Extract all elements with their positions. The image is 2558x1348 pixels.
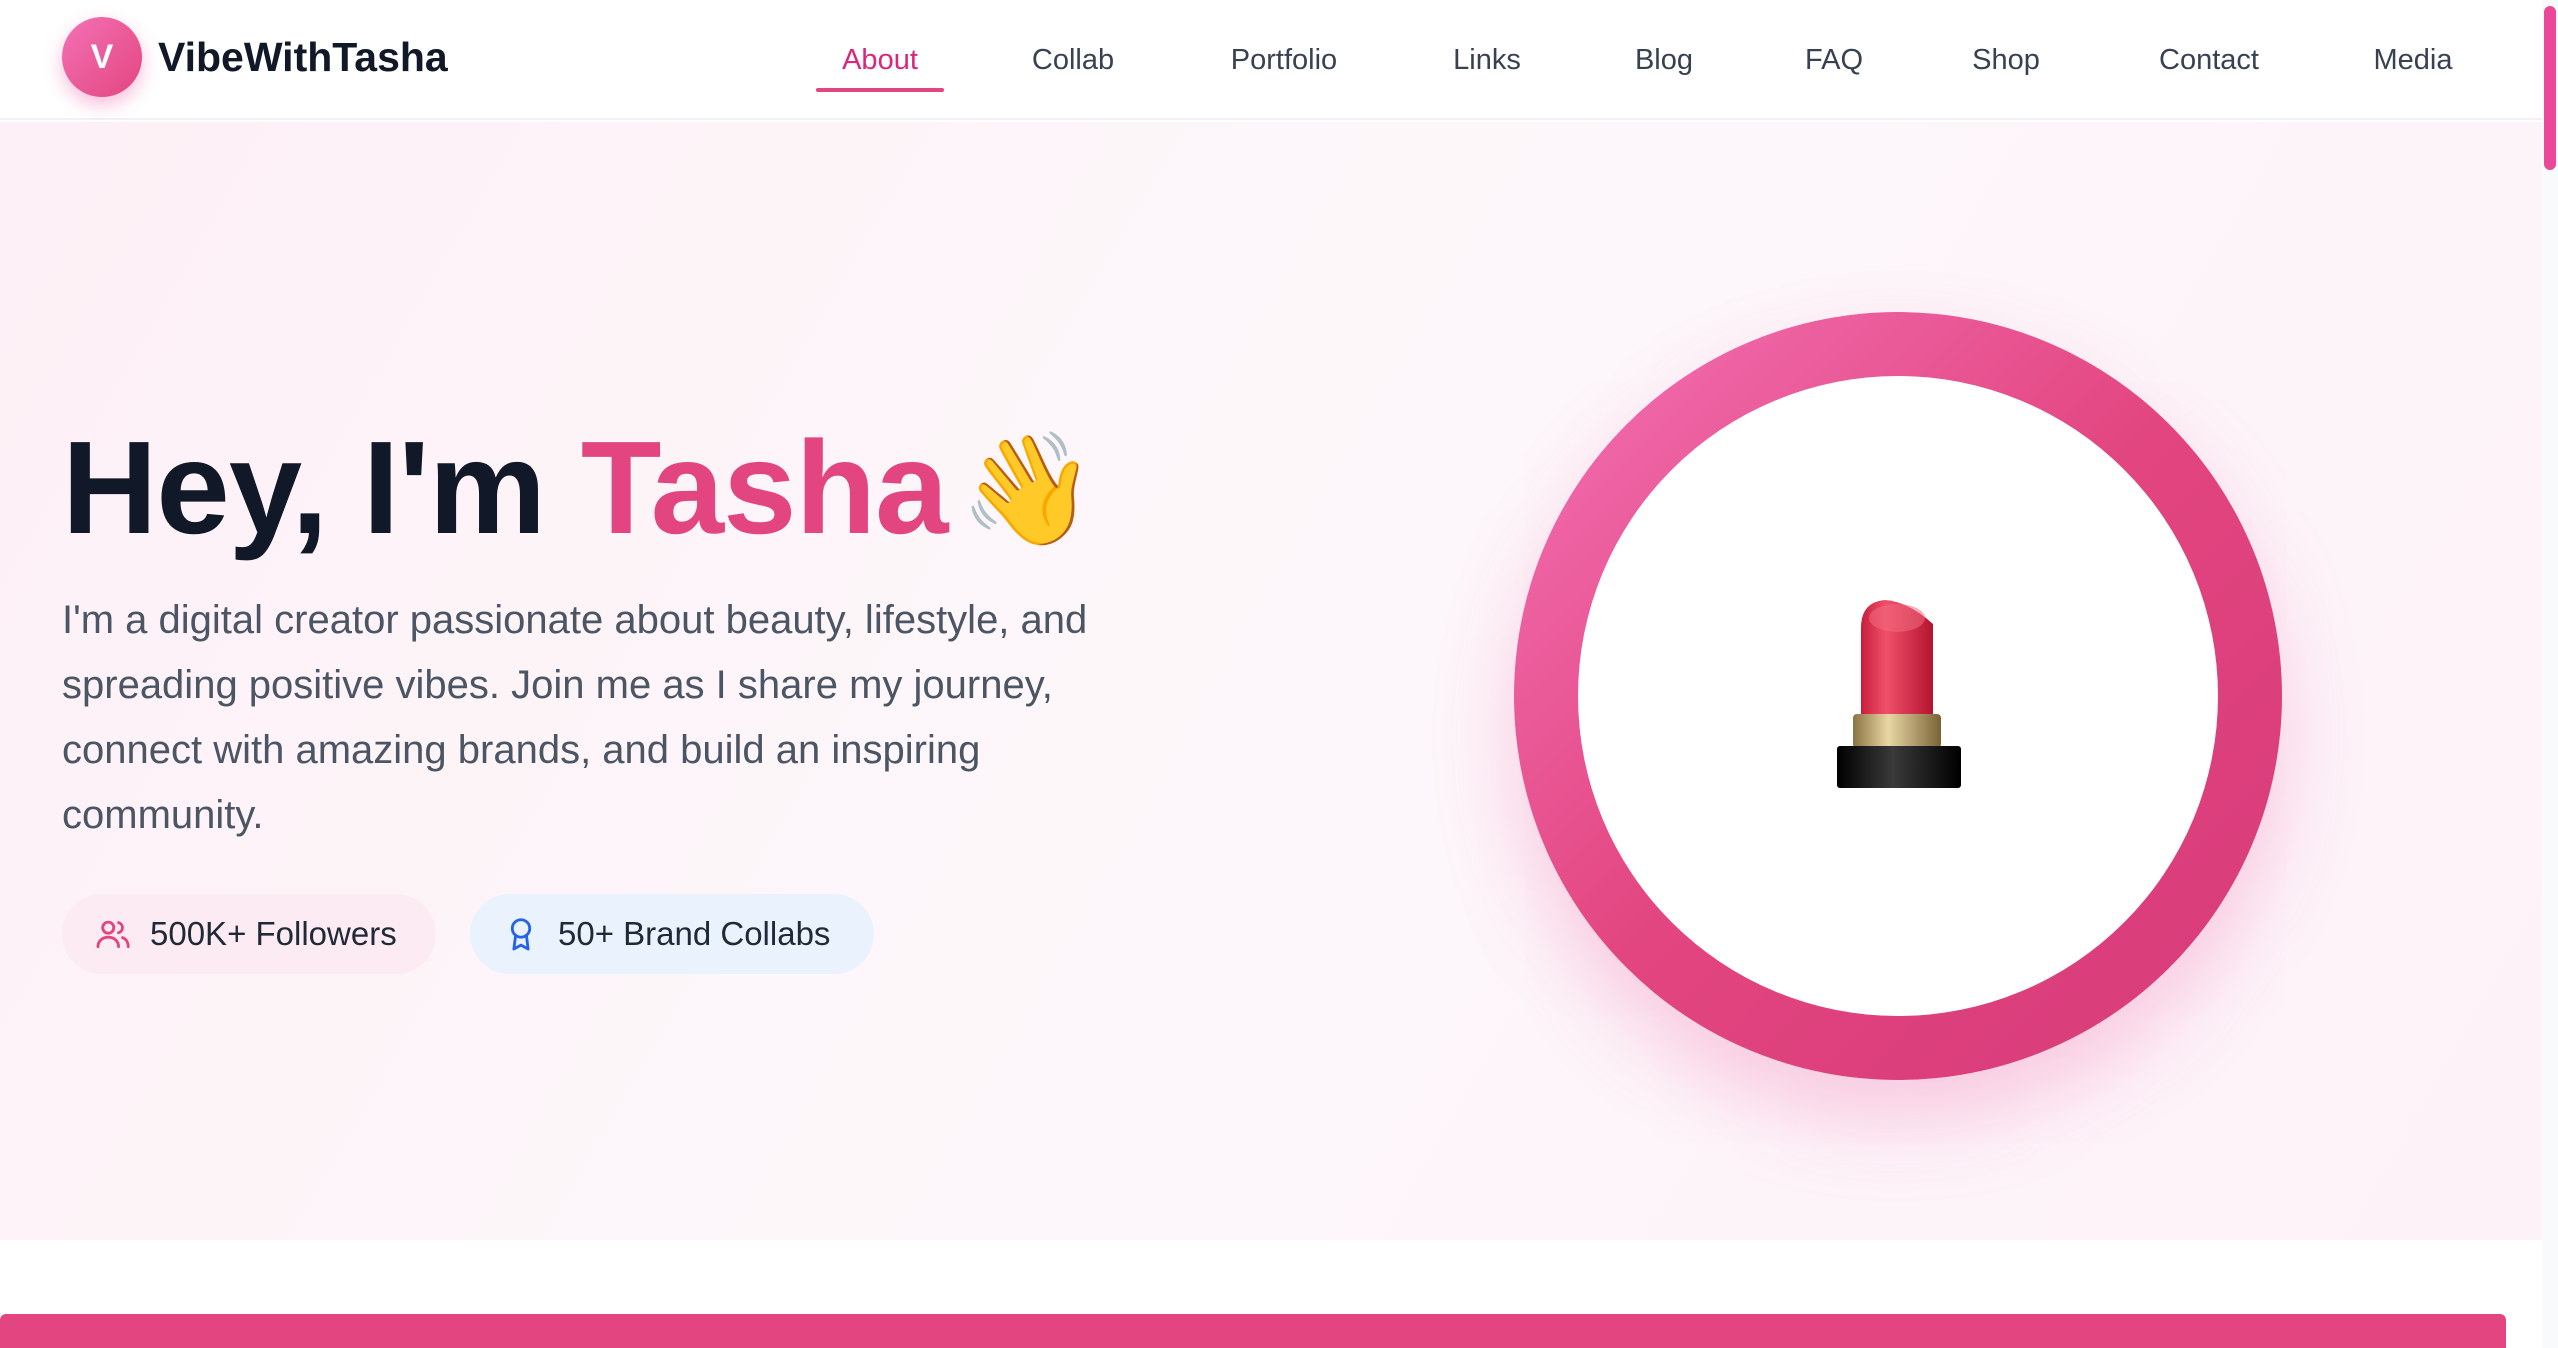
profile-avatar bbox=[1578, 376, 2218, 1016]
site-header: V VibeWithTasha About Collab Portfolio L… bbox=[0, 0, 2542, 120]
main-nav: About Collab Portfolio Links Blog FAQ Sh… bbox=[0, 0, 2542, 120]
nav-active-indicator bbox=[816, 88, 944, 92]
nav-blog-label: Blog bbox=[1634, 43, 1694, 76]
nav-media[interactable]: Media bbox=[2360, 0, 2466, 120]
hero-name: Tasha bbox=[580, 414, 949, 561]
nav-about-label: About bbox=[842, 43, 918, 76]
hero-heading: Hey, I'm Tasha 👋 bbox=[62, 412, 1097, 563]
page-scrollbar[interactable] bbox=[2542, 0, 2558, 1348]
nav-media-label: Media bbox=[2373, 43, 2453, 76]
nav-portfolio-label: Portfolio bbox=[1230, 43, 1338, 76]
hero-greeting: Hey, I'm bbox=[62, 414, 581, 561]
hero-description: I'm a digital creator passionate about b… bbox=[62, 598, 1088, 837]
followers-badge: 500K+ Followers bbox=[62, 894, 436, 974]
award-ribbon-icon bbox=[510, 918, 532, 951]
section-divider-bar bbox=[0, 1314, 2506, 1348]
waving-hand-icon: 👋 bbox=[959, 428, 1097, 551]
nav-collab-label: Collab bbox=[1031, 43, 1115, 76]
nav-faq[interactable]: FAQ bbox=[1794, 0, 1874, 120]
nav-collab[interactable]: Collab bbox=[1016, 0, 1130, 120]
nav-links-label: Links bbox=[1453, 43, 1521, 76]
nav-shop-label: Shop bbox=[1972, 43, 2040, 76]
hero-section: Hey, I'm Tasha 👋 I'm a digital creator pa… bbox=[0, 122, 2542, 1240]
lipstick-icon bbox=[1837, 600, 1961, 788]
nav-portfolio[interactable]: Portfolio bbox=[1214, 0, 1354, 120]
users-icon bbox=[96, 920, 130, 949]
nav-contact-label: Contact bbox=[2159, 43, 2259, 76]
scrollbar-thumb[interactable] bbox=[2544, 6, 2556, 170]
nav-shop[interactable]: Shop bbox=[1960, 0, 2052, 120]
brand-collabs-count: 50+ Brand Collabs bbox=[558, 915, 831, 952]
nav-blog[interactable]: Blog bbox=[1622, 0, 1706, 120]
followers-count: 500K+ Followers bbox=[150, 915, 397, 952]
nav-contact[interactable]: Contact bbox=[2140, 0, 2278, 120]
nav-faq-label: FAQ bbox=[1804, 43, 1863, 76]
nav-links[interactable]: Links bbox=[1436, 0, 1538, 120]
brand-collabs-badge: 50+ Brand Collabs bbox=[470, 894, 874, 974]
nav-about[interactable]: About bbox=[816, 0, 944, 120]
profile-avatar-ring bbox=[1514, 312, 2282, 1080]
